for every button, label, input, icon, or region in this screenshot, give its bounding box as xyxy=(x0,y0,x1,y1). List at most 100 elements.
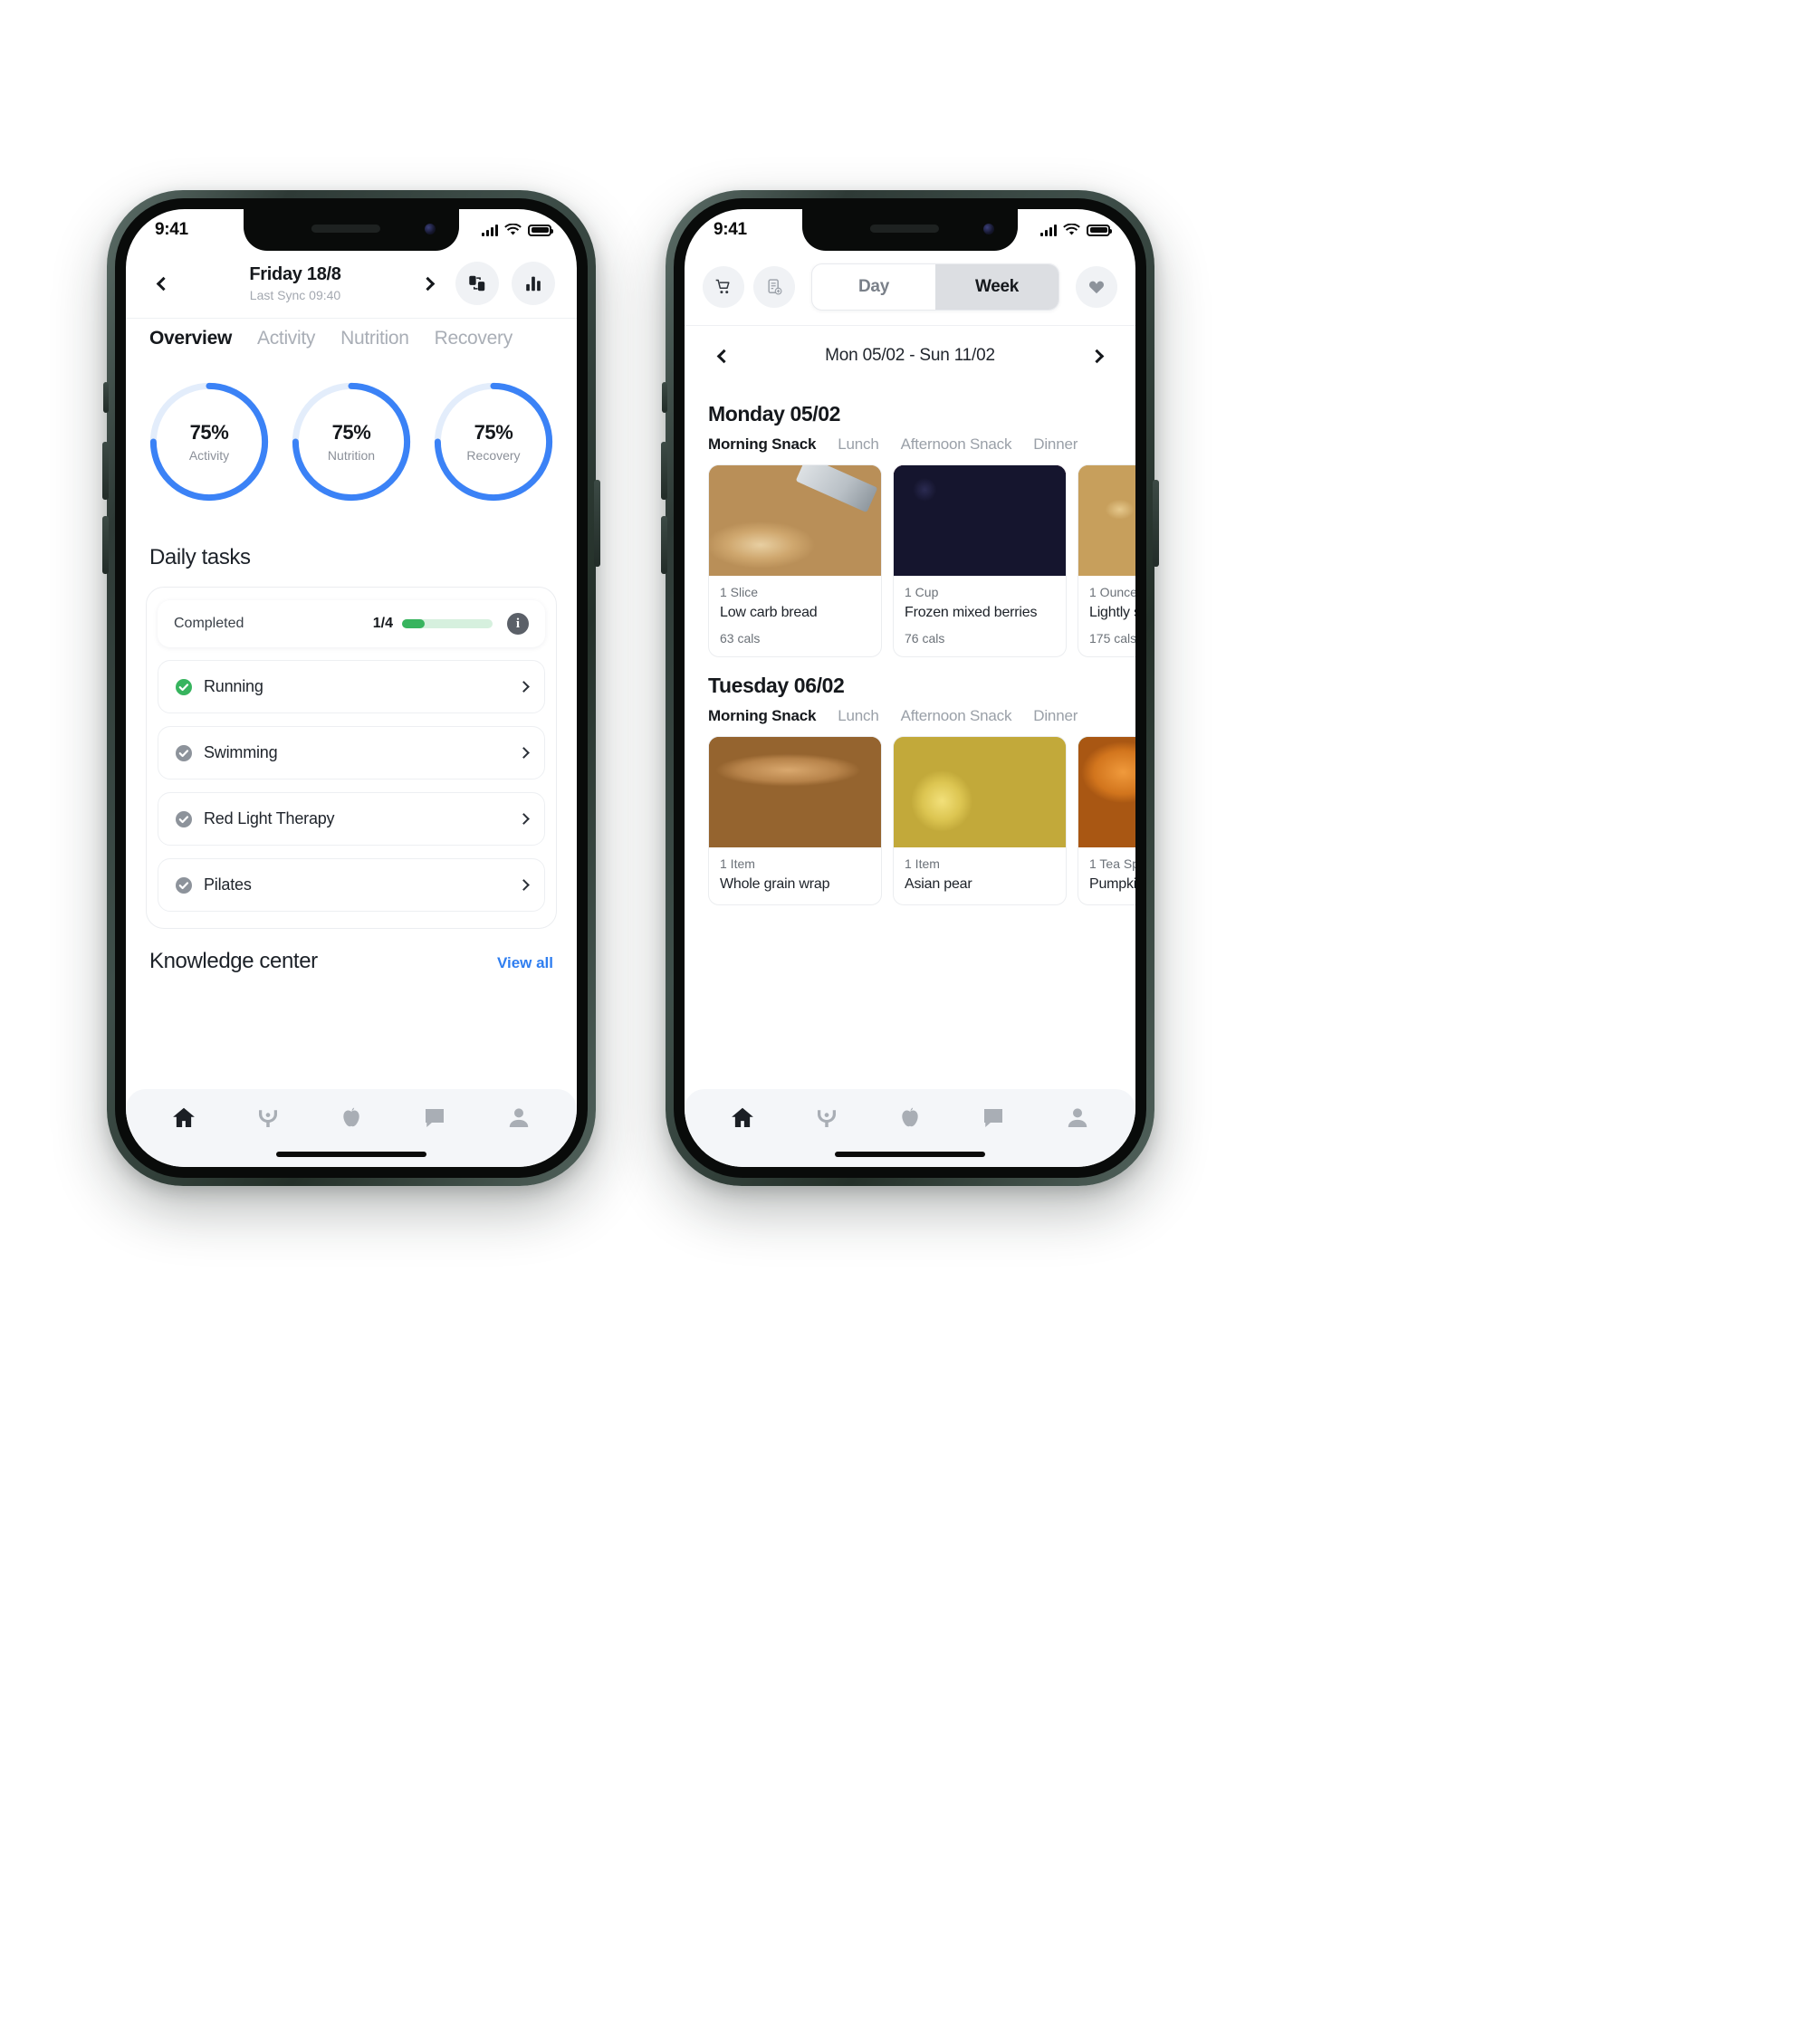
phone2-app: Day Week Mon 05/02 - Sun 11/02 Monday 05… xyxy=(685,209,1135,1167)
chat-icon xyxy=(426,1109,445,1127)
task-label: Running xyxy=(204,677,263,695)
date-display[interactable]: Friday 18/8 Last Sync 09:40 xyxy=(184,264,407,302)
tab-chat[interactable] xyxy=(419,1103,450,1133)
previous-week-button[interactable] xyxy=(708,340,739,371)
screenshot-canvas: 9:41 Friday 18/8 Last Sync 09:40 Overvie… xyxy=(0,0,1820,2018)
cellular-bars-icon xyxy=(1040,224,1057,236)
food-name: Lightly salted peanuts xyxy=(1089,605,1135,620)
food-card[interactable]: 1 Slice Low carb bread 63 cals xyxy=(708,464,882,657)
task-row[interactable]: Pilates xyxy=(158,858,545,912)
check-circle-icon xyxy=(176,876,192,894)
last-sync-label: Last Sync 09:40 xyxy=(249,288,341,302)
task-row[interactable]: Swimming xyxy=(158,726,545,779)
view-all-link[interactable]: View all xyxy=(497,954,553,972)
bread-photo xyxy=(709,465,881,576)
tab-profile[interactable] xyxy=(503,1103,534,1133)
toggle-day[interactable]: Day xyxy=(812,264,935,310)
day-section-tuesday: Tuesday 06/02 Morning Snack Lunch Aftern… xyxy=(685,657,1135,905)
food-carousel[interactable]: 1 Item Whole grain wrap 1 Item Asian pea… xyxy=(685,736,1135,905)
tab-nutrition[interactable] xyxy=(895,1103,925,1133)
phone2-screen: 9:41 Day Week Mon 05/02 - Sun 11/02 Mond… xyxy=(685,209,1135,1167)
check-circle-icon xyxy=(176,810,192,827)
meal-tab-morning-snack[interactable]: Morning Snack xyxy=(708,435,816,454)
meal-tab-afternoon-snack[interactable]: Afternoon Snack xyxy=(901,707,1012,725)
tab-home[interactable] xyxy=(168,1103,199,1133)
phone-bezel: 9:41 xyxy=(115,198,588,1178)
phone-mockup-overview: 9:41 Friday 18/8 Last Sync 09:40 Overvie… xyxy=(102,190,600,1186)
earpiece-speaker xyxy=(869,225,939,233)
food-card[interactable]: 1 Cup Frozen mixed berries 76 cals xyxy=(893,464,1067,657)
chevron-left-icon xyxy=(156,276,170,291)
status-time: 9:41 xyxy=(714,220,747,239)
toggle-week[interactable]: Week xyxy=(935,264,1058,310)
task-row[interactable]: Red Light Therapy xyxy=(158,792,545,846)
statistics-button[interactable] xyxy=(512,262,555,305)
chevron-right-icon xyxy=(518,681,530,693)
status-time: 9:41 xyxy=(155,220,188,239)
status-icons xyxy=(482,224,553,236)
favorites-button[interactable] xyxy=(1076,266,1117,308)
chevron-right-icon xyxy=(518,747,530,759)
day-title: Tuesday 06/02 xyxy=(708,674,845,697)
tab-home[interactable] xyxy=(727,1103,758,1133)
tab-nutrition[interactable] xyxy=(336,1103,367,1133)
tab-chat[interactable] xyxy=(978,1103,1009,1133)
battery-full-icon xyxy=(1087,224,1112,236)
shopping-cart-button[interactable] xyxy=(703,266,744,308)
tab-profile[interactable] xyxy=(1062,1103,1093,1133)
tab-workouts[interactable] xyxy=(253,1103,283,1133)
wifi-icon xyxy=(1063,224,1080,235)
next-week-button[interactable] xyxy=(1081,340,1112,371)
meal-tab-dinner[interactable]: Dinner xyxy=(1033,707,1078,725)
completed-progress-fill xyxy=(402,619,425,628)
tab-workouts[interactable] xyxy=(811,1103,842,1133)
food-carousel[interactable]: 1 Slice Low carb bread 63 cals 1 Cup Fro… xyxy=(685,464,1135,657)
meal-tab-morning-snack[interactable]: Morning Snack xyxy=(708,707,816,725)
food-card[interactable]: 1 Tea Spoon Pumpkin seeds xyxy=(1078,736,1135,905)
food-card[interactable]: 1 Item Asian pear xyxy=(893,736,1067,905)
document-add-icon xyxy=(768,279,782,295)
add-note-button[interactable] xyxy=(753,266,795,308)
food-quantity: 1 Cup xyxy=(905,585,939,599)
food-calories: 175 cals xyxy=(1089,631,1135,646)
ring-nutrition-label: Nutrition xyxy=(327,448,376,463)
previous-day-button[interactable] xyxy=(148,268,178,299)
berries-photo xyxy=(894,465,1066,576)
tab-activity[interactable]: Activity xyxy=(257,328,315,349)
power-button xyxy=(1153,480,1159,567)
food-name: Frozen mixed berries xyxy=(905,605,1038,620)
range-toggle[interactable]: Day Week xyxy=(811,263,1059,311)
ring-recovery[interactable]: 75% Recovery xyxy=(430,378,557,505)
person-icon xyxy=(509,1108,528,1127)
ring-activity[interactable]: 75% Activity xyxy=(146,378,273,505)
ring-nutrition[interactable]: 75% Nutrition xyxy=(288,378,415,505)
info-icon[interactable]: i xyxy=(507,613,529,635)
meal-tab-dinner[interactable]: Dinner xyxy=(1033,435,1078,454)
notch xyxy=(802,209,1018,251)
meal-tab-lunch[interactable]: Lunch xyxy=(838,435,879,454)
device-sync-button[interactable] xyxy=(455,262,499,305)
section-tabs[interactable]: Overview Activity Nutrition Recovery xyxy=(126,318,577,355)
food-card[interactable]: 1 Item Whole grain wrap xyxy=(708,736,882,905)
meal-tabs[interactable]: Morning Snack Lunch Afternoon Snack Dinn… xyxy=(685,435,1135,464)
apple-icon xyxy=(343,1107,359,1127)
food-quantity: 1 Item xyxy=(905,856,940,871)
task-row[interactable]: Running xyxy=(158,660,545,713)
tab-nutrition[interactable]: Nutrition xyxy=(340,328,409,349)
day-section-monday: Monday 05/02 Morning Snack Lunch Afterno… xyxy=(685,386,1135,657)
tab-overview[interactable]: Overview xyxy=(149,328,232,349)
food-quantity: 1 Ounce xyxy=(1089,585,1135,599)
meal-tabs[interactable]: Morning Snack Lunch Afternoon Snack Dinn… xyxy=(685,707,1135,736)
food-card[interactable]: 1 Ounce Lightly salted peanuts 175 cals xyxy=(1078,464,1135,657)
daily-tasks-card: Completed 1/4 i Running Swimming Red Lig… xyxy=(146,587,557,929)
chevron-right-icon xyxy=(1089,349,1104,363)
meal-tab-afternoon-snack[interactable]: Afternoon Snack xyxy=(901,435,1012,454)
meal-plan-toolbar: Day Week xyxy=(685,251,1135,325)
meal-tab-lunch[interactable]: Lunch xyxy=(838,707,879,725)
pear-photo xyxy=(894,737,1066,847)
tab-recovery[interactable]: Recovery xyxy=(435,328,513,349)
mute-switch xyxy=(662,382,667,413)
food-calories: 76 cals xyxy=(905,631,945,646)
chevron-right-icon xyxy=(518,813,530,825)
next-day-button[interactable] xyxy=(412,268,443,299)
